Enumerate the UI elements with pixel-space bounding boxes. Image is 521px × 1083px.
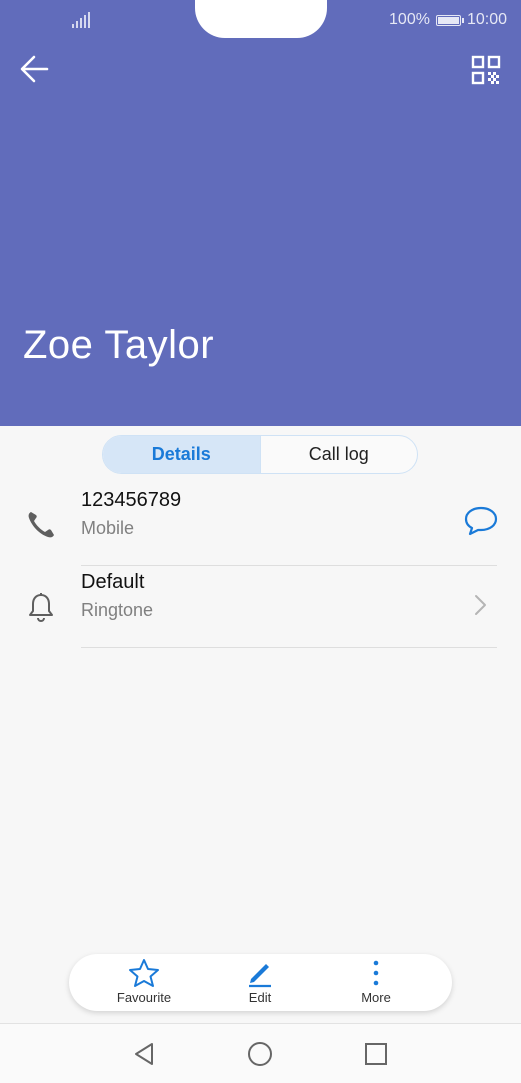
status-time: 10:00 <box>466 11 507 28</box>
ringtone-row[interactable]: Default Ringtone <box>0 566 521 648</box>
row-divider <box>81 647 497 648</box>
tab-call-log[interactable]: Call log <box>261 436 418 473</box>
star-icon <box>129 959 159 987</box>
battery-icon <box>435 14 464 26</box>
details-calllog-tabs: Details Call log <box>102 435 418 474</box>
edit-button[interactable]: Edit <box>215 958 305 1010</box>
battery-percent: 100% <box>389 11 430 28</box>
contact-name: Zoe Taylor <box>23 323 215 367</box>
arrow-left-icon <box>20 55 49 83</box>
nav-back-button[interactable] <box>130 1040 158 1068</box>
nav-back-icon <box>135 1043 153 1065</box>
contact-action-bar: Favourite Edit More <box>69 954 452 1011</box>
system-navigation-bar <box>0 1023 521 1083</box>
qr-code-icon <box>471 55 501 85</box>
camera-notch <box>195 0 327 38</box>
nav-home-button[interactable] <box>246 1040 274 1068</box>
send-message-button[interactable] <box>463 504 499 538</box>
bell-icon <box>29 593 53 623</box>
signal-icon <box>72 12 92 28</box>
nav-recents-button[interactable] <box>362 1040 390 1068</box>
phone-number-row[interactable]: 123456789 Mobile <box>0 484 521 566</box>
nav-recents-icon <box>365 1043 387 1065</box>
qr-code-button[interactable] <box>470 54 502 86</box>
status-right: 100% 10:00 <box>389 10 507 30</box>
more-button[interactable]: More <box>331 958 421 1010</box>
phone-number: 123456789 <box>81 489 182 511</box>
back-button[interactable] <box>18 52 52 86</box>
ringtone-value: Default <box>81 571 145 593</box>
contact-header: 100% 10:00 Zoe Taylor <box>0 0 521 426</box>
phone-type: Mobile <box>81 518 135 538</box>
chevron-right-icon <box>475 595 486 615</box>
nav-home-icon <box>248 1042 272 1066</box>
edit-label: Edit <box>248 990 272 1005</box>
pencil-icon <box>249 964 271 988</box>
favourite-label: Favourite <box>116 990 172 1005</box>
phone-icon <box>28 512 54 538</box>
favourite-button[interactable]: Favourite <box>99 958 189 1010</box>
more-label: More <box>361 990 391 1005</box>
message-icon <box>464 506 498 536</box>
more-vertical-icon <box>373 960 379 986</box>
tab-details[interactable]: Details <box>103 436 261 473</box>
ringtone-label: Ringtone <box>81 600 154 620</box>
